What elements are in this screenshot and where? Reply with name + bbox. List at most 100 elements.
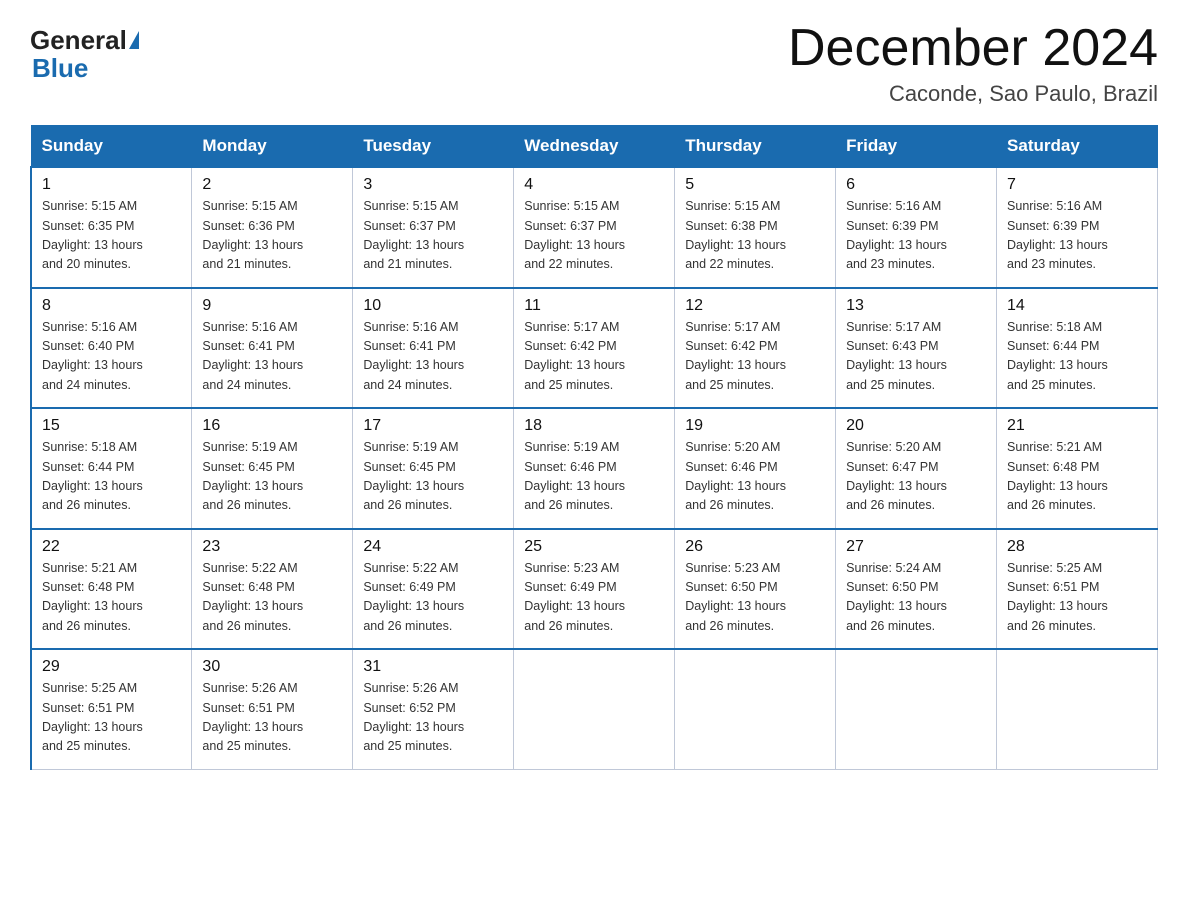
day-number: 21 (1007, 417, 1149, 435)
day-number: 7 (1007, 176, 1149, 194)
col-wednesday: Wednesday (514, 126, 675, 168)
calendar-cell: 5 Sunrise: 5:15 AMSunset: 6:38 PMDaylight… (675, 167, 836, 288)
calendar-cell: 18 Sunrise: 5:19 AMSunset: 6:46 PMDayligh… (514, 408, 675, 529)
day-info: Sunrise: 5:16 AMSunset: 6:40 PMDaylight:… (42, 318, 183, 396)
calendar-cell: 17 Sunrise: 5:19 AMSunset: 6:45 PMDayligh… (353, 408, 514, 529)
calendar-table: Sunday Monday Tuesday Wednesday Thursday… (30, 125, 1158, 770)
col-monday: Monday (192, 126, 353, 168)
calendar-cell: 8Sunrise: 5:16 AMSunset: 6:40 PMDaylight… (31, 288, 192, 409)
calendar-cell: 23 Sunrise: 5:22 AMSunset: 6:48 PMDayligh… (192, 529, 353, 650)
day-info: Sunrise: 5:15 AMSunset: 6:37 PMDaylight:… (363, 197, 505, 275)
location-text: Caconde, Sao Paulo, Brazil (788, 81, 1158, 107)
day-info: Sunrise: 5:20 AMSunset: 6:47 PMDaylight:… (846, 438, 988, 516)
day-number: 13 (846, 297, 988, 315)
day-number: 27 (846, 538, 988, 556)
day-info: Sunrise: 5:21 AMSunset: 6:48 PMDaylight:… (42, 559, 183, 637)
day-info: Sunrise: 5:18 AMSunset: 6:44 PMDaylight:… (42, 438, 183, 516)
header-row: Sunday Monday Tuesday Wednesday Thursday… (31, 126, 1158, 168)
day-info: Sunrise: 5:16 AMSunset: 6:41 PMDaylight:… (363, 318, 505, 396)
day-number: 22 (42, 538, 183, 556)
day-info: Sunrise: 5:16 AMSunset: 6:41 PMDaylight:… (202, 318, 344, 396)
day-number: 5 (685, 176, 827, 194)
calendar-cell: 21 Sunrise: 5:21 AMSunset: 6:48 PMDayligh… (997, 408, 1158, 529)
calendar-cell: 3 Sunrise: 5:15 AMSunset: 6:37 PMDaylight… (353, 167, 514, 288)
calendar-cell: 30 Sunrise: 5:26 AMSunset: 6:51 PMDayligh… (192, 649, 353, 769)
calendar-cell: 2 Sunrise: 5:15 AMSunset: 6:36 PMDaylight… (192, 167, 353, 288)
day-number: 6 (846, 176, 988, 194)
day-info: Sunrise: 5:19 AMSunset: 6:45 PMDaylight:… (363, 438, 505, 516)
calendar-cell: 19 Sunrise: 5:20 AMSunset: 6:46 PMDayligh… (675, 408, 836, 529)
calendar-cell: 11 Sunrise: 5:17 AMSunset: 6:42 PMDayligh… (514, 288, 675, 409)
day-info: Sunrise: 5:17 AMSunset: 6:43 PMDaylight:… (846, 318, 988, 396)
day-info: Sunrise: 5:15 AMSunset: 6:36 PMDaylight:… (202, 197, 344, 275)
day-info: Sunrise: 5:20 AMSunset: 6:46 PMDaylight:… (685, 438, 827, 516)
day-info: Sunrise: 5:16 AMSunset: 6:39 PMDaylight:… (846, 197, 988, 275)
day-info: Sunrise: 5:15 AMSunset: 6:38 PMDaylight:… (685, 197, 827, 275)
day-info: Sunrise: 5:15 AMSunset: 6:35 PMDaylight:… (42, 197, 183, 275)
logo-general-text: General (30, 26, 127, 55)
day-info: Sunrise: 5:23 AMSunset: 6:50 PMDaylight:… (685, 559, 827, 637)
day-number: 1 (42, 176, 183, 194)
calendar-week-4: 22 Sunrise: 5:21 AMSunset: 6:48 PMDayligh… (31, 529, 1158, 650)
day-info: Sunrise: 5:26 AMSunset: 6:51 PMDaylight:… (202, 679, 344, 757)
day-number: 14 (1007, 297, 1149, 315)
day-info: Sunrise: 5:25 AMSunset: 6:51 PMDaylight:… (42, 679, 183, 757)
calendar-cell: 6 Sunrise: 5:16 AMSunset: 6:39 PMDaylight… (836, 167, 997, 288)
calendar-cell: 1 Sunrise: 5:15 AMSunset: 6:35 PMDaylight… (31, 167, 192, 288)
title-block: December 2024 Caconde, Sao Paulo, Brazil (788, 20, 1158, 107)
calendar-cell: 10Sunrise: 5:16 AMSunset: 6:41 PMDayligh… (353, 288, 514, 409)
calendar-cell (997, 649, 1158, 769)
day-info: Sunrise: 5:21 AMSunset: 6:48 PMDaylight:… (1007, 438, 1149, 516)
day-info: Sunrise: 5:26 AMSunset: 6:52 PMDaylight:… (363, 679, 505, 757)
calendar-cell: 25Sunrise: 5:23 AMSunset: 6:49 PMDayligh… (514, 529, 675, 650)
calendar-cell: 20 Sunrise: 5:20 AMSunset: 6:47 PMDayligh… (836, 408, 997, 529)
day-number: 18 (524, 417, 666, 435)
day-info: Sunrise: 5:16 AMSunset: 6:39 PMDaylight:… (1007, 197, 1149, 275)
day-number: 3 (363, 176, 505, 194)
calendar-week-3: 15 Sunrise: 5:18 AMSunset: 6:44 PMDayligh… (31, 408, 1158, 529)
logo-triangle-icon (129, 31, 139, 49)
day-info: Sunrise: 5:18 AMSunset: 6:44 PMDaylight:… (1007, 318, 1149, 396)
col-thursday: Thursday (675, 126, 836, 168)
logo: General Blue (30, 20, 140, 81)
col-saturday: Saturday (997, 126, 1158, 168)
day-number: 30 (202, 658, 344, 676)
col-friday: Friday (836, 126, 997, 168)
day-number: 23 (202, 538, 344, 556)
day-number: 24 (363, 538, 505, 556)
page-header: General Blue December 2024 Caconde, Sao … (30, 20, 1158, 107)
calendar-cell: 12Sunrise: 5:17 AMSunset: 6:42 PMDayligh… (675, 288, 836, 409)
calendar-body: 1 Sunrise: 5:15 AMSunset: 6:35 PMDaylight… (31, 167, 1158, 769)
day-info: Sunrise: 5:22 AMSunset: 6:48 PMDaylight:… (202, 559, 344, 637)
day-number: 2 (202, 176, 344, 194)
calendar-cell: 27 Sunrise: 5:24 AMSunset: 6:50 PMDayligh… (836, 529, 997, 650)
calendar-cell: 13 Sunrise: 5:17 AMSunset: 6:43 PMDayligh… (836, 288, 997, 409)
calendar-cell: 31Sunrise: 5:26 AMSunset: 6:52 PMDayligh… (353, 649, 514, 769)
day-number: 26 (685, 538, 827, 556)
calendar-cell (836, 649, 997, 769)
day-number: 15 (42, 417, 183, 435)
calendar-cell: 26 Sunrise: 5:23 AMSunset: 6:50 PMDayligh… (675, 529, 836, 650)
day-number: 11 (524, 297, 666, 315)
day-number: 16 (202, 417, 344, 435)
day-number: 19 (685, 417, 827, 435)
calendar-cell (675, 649, 836, 769)
day-info: Sunrise: 5:24 AMSunset: 6:50 PMDaylight:… (846, 559, 988, 637)
calendar-cell: 7 Sunrise: 5:16 AMSunset: 6:39 PMDaylight… (997, 167, 1158, 288)
day-info: Sunrise: 5:19 AMSunset: 6:46 PMDaylight:… (524, 438, 666, 516)
day-info: Sunrise: 5:19 AMSunset: 6:45 PMDaylight:… (202, 438, 344, 516)
day-number: 9 (202, 297, 344, 315)
calendar-cell: 28Sunrise: 5:25 AMSunset: 6:51 PMDayligh… (997, 529, 1158, 650)
calendar-week-5: 29Sunrise: 5:25 AMSunset: 6:51 PMDayligh… (31, 649, 1158, 769)
day-info: Sunrise: 5:17 AMSunset: 6:42 PMDaylight:… (524, 318, 666, 396)
calendar-cell: 29Sunrise: 5:25 AMSunset: 6:51 PMDayligh… (31, 649, 192, 769)
calendar-cell: 22 Sunrise: 5:21 AMSunset: 6:48 PMDayligh… (31, 529, 192, 650)
calendar-cell: 15 Sunrise: 5:18 AMSunset: 6:44 PMDayligh… (31, 408, 192, 529)
calendar-cell (514, 649, 675, 769)
day-number: 17 (363, 417, 505, 435)
calendar-cell: 24Sunrise: 5:22 AMSunset: 6:49 PMDayligh… (353, 529, 514, 650)
calendar-cell: 4Sunrise: 5:15 AMSunset: 6:37 PMDaylight… (514, 167, 675, 288)
day-info: Sunrise: 5:23 AMSunset: 6:49 PMDaylight:… (524, 559, 666, 637)
day-number: 20 (846, 417, 988, 435)
calendar-week-1: 1 Sunrise: 5:15 AMSunset: 6:35 PMDaylight… (31, 167, 1158, 288)
